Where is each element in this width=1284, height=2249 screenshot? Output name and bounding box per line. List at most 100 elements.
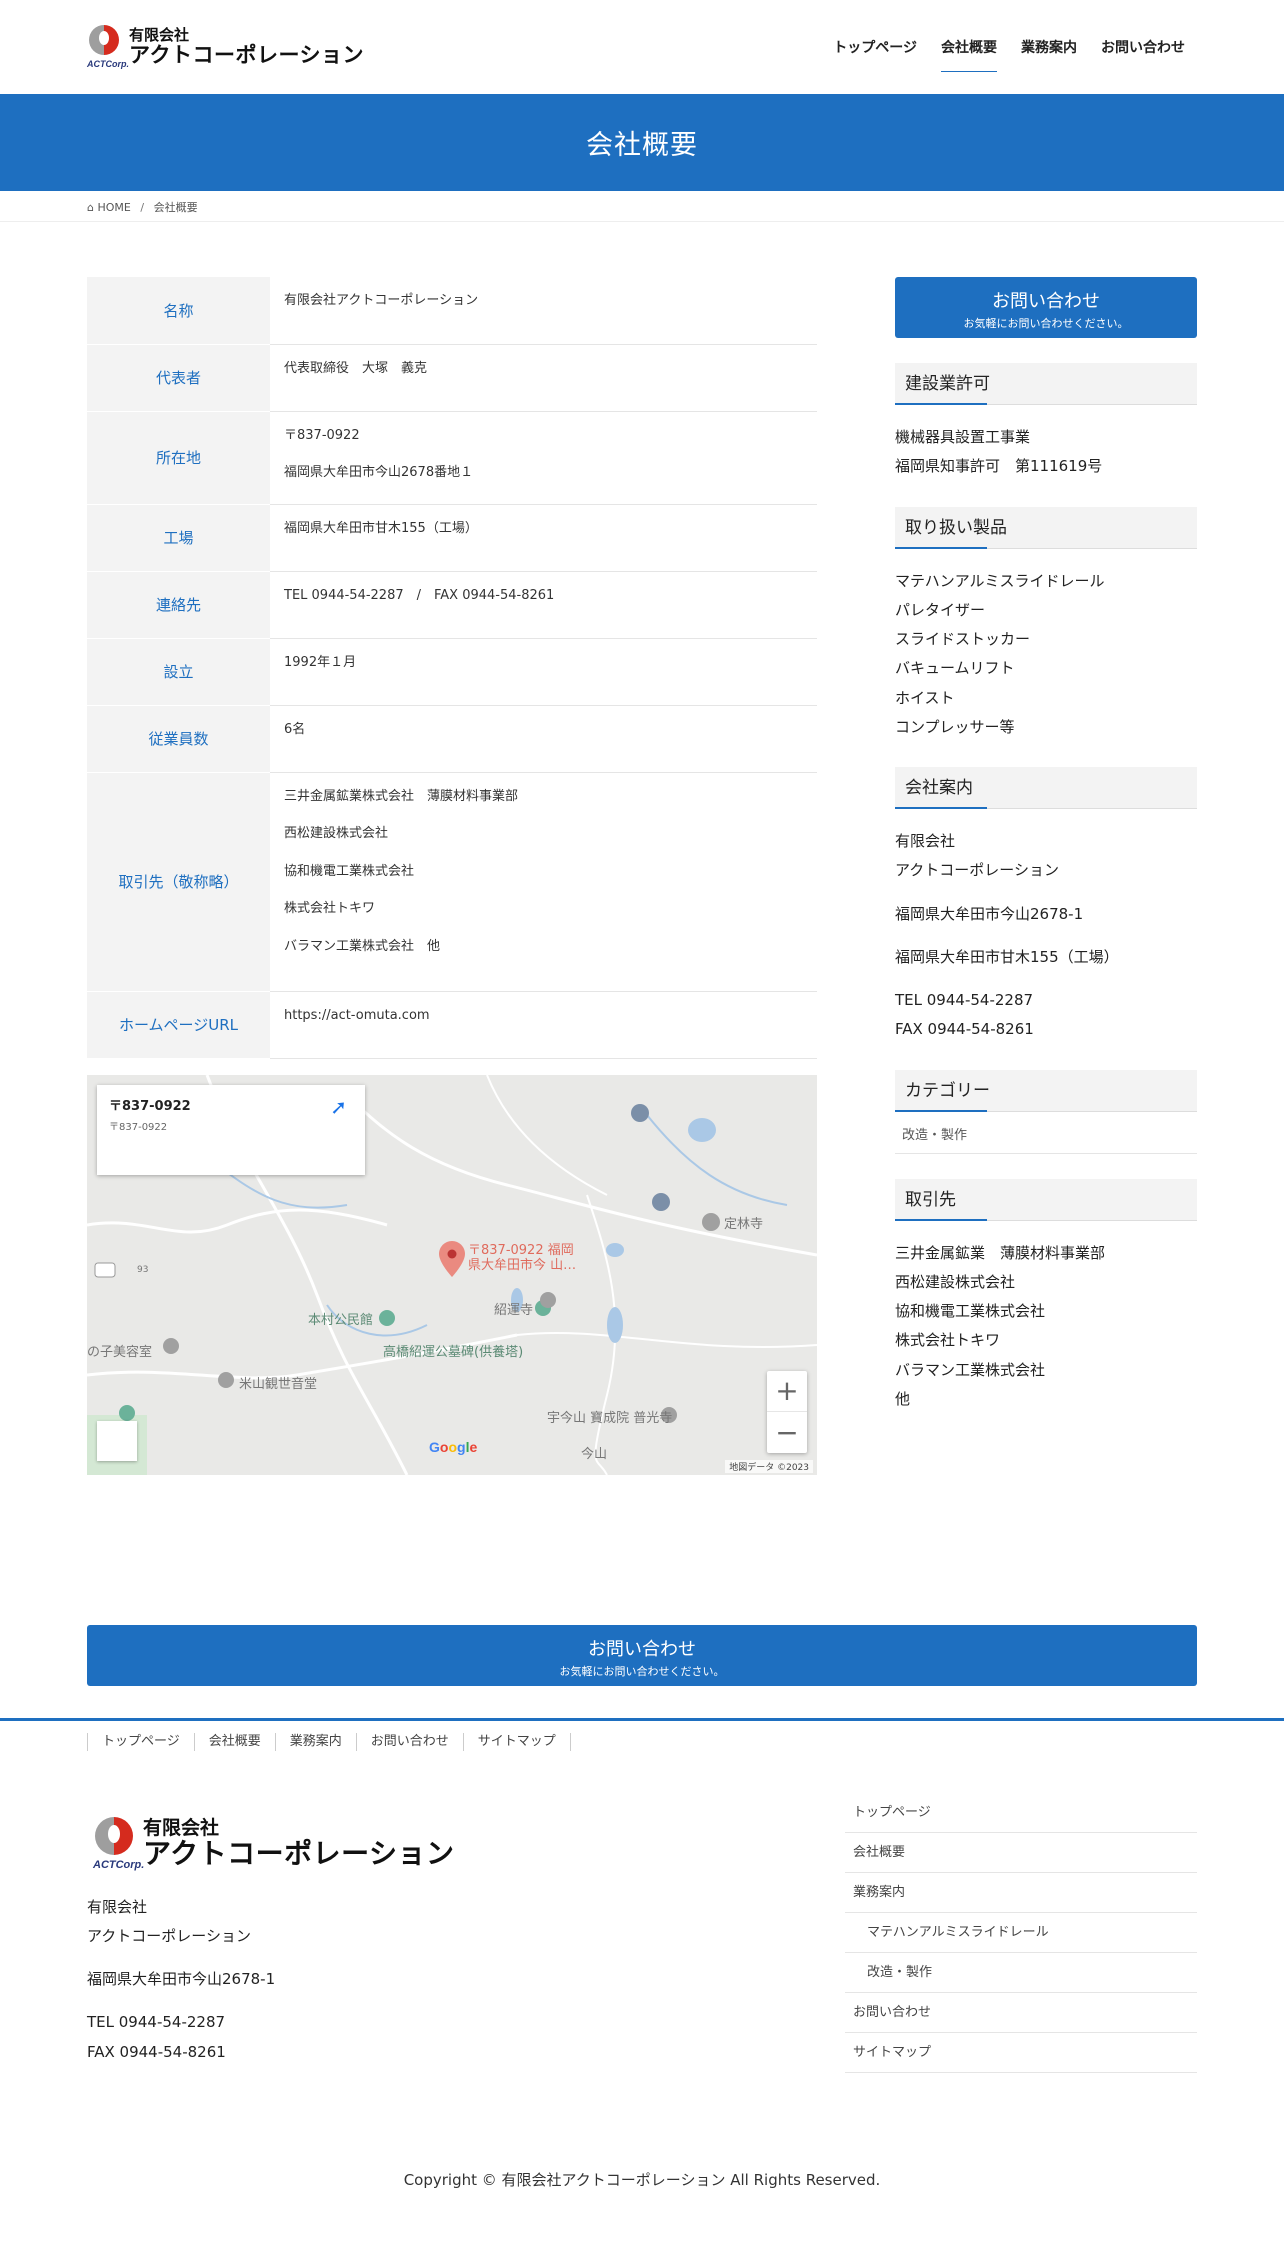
map-card-subtitle: 〒837-0922: [109, 1121, 168, 1133]
footer-logo[interactable]: ACTCorp. 有限会社 アクトコーポレーション: [93, 1816, 455, 1871]
list-item: コンプレッサー等: [895, 717, 1015, 736]
row-value-url[interactable]: https://act-omuta.com: [270, 991, 817, 1059]
logo-text-line1: 有限会社: [129, 26, 190, 45]
zoom-in-button[interactable]: +: [767, 1371, 807, 1412]
row-label-founded: 設立: [87, 638, 270, 706]
footer-menu-item[interactable]: お問い合わせ: [845, 1993, 1197, 2033]
map-label: 今山: [581, 1446, 608, 1462]
footer-menu-item[interactable]: 会社概要: [845, 1833, 1197, 1873]
directions-button[interactable]: ➚: [330, 1097, 347, 1117]
footer-nav-company[interactable]: 会社概要: [193, 1732, 275, 1751]
table-row: 工場 福岡県大牟田市甘木155（工場）: [87, 504, 817, 572]
zoom-out-button[interactable]: −: [767, 1412, 807, 1453]
site-footer: トップページ 会社概要 業務案内 お問い合わせ サイトマップ ACTCorp. …: [0, 1717, 1284, 2190]
footer-nav-contact[interactable]: お問い合わせ: [355, 1732, 463, 1751]
list-item: バキュームリフト: [895, 659, 1015, 678]
category-heading: カテゴリー: [895, 1069, 1197, 1112]
map-label: 宇今山 寶成院 普光寺: [547, 1410, 673, 1426]
partner-item: バラマン工業株式会社 他: [284, 938, 441, 954]
products-list: マテハンアルミスライドレール パレタイザー スライドストッカー バキュームリフト…: [895, 567, 1197, 743]
row-label-factory: 工場: [87, 504, 270, 572]
footer-nav-business[interactable]: 業務案内: [274, 1732, 356, 1751]
page-header: 会社概要: [0, 94, 1284, 191]
map-attribution: 地図データ ©2023: [725, 1459, 813, 1473]
address-zip: 〒837-0922: [284, 427, 360, 443]
map-label: 紹運寺: [494, 1302, 534, 1318]
list-item: 他: [895, 1389, 911, 1408]
table-row: ホームページURL https://act-omuta.com: [87, 991, 817, 1059]
partner-item: 協和機電工業株式会社: [284, 863, 415, 879]
company-address: 福岡県大牟田市今山2678-1: [895, 904, 1084, 923]
company-factory: 福岡県大牟田市甘木155（工場）: [895, 947, 1119, 966]
breadcrumb-home[interactable]: HOME: [97, 201, 130, 214]
row-value-founded: 1992年１月: [270, 638, 817, 706]
site-header: ACTCorp. 有限会社 アクトコーポレーション トップページ 会社概要 業務…: [0, 0, 1284, 94]
nav-contact[interactable]: お問い合わせ: [1089, 0, 1197, 94]
global-nav: トップページ 会社概要 業務案内 お問い合わせ: [821, 0, 1197, 94]
directions-icon: ➚: [330, 1094, 347, 1119]
footer-menu-subitem[interactable]: 改造・製作: [845, 1953, 1197, 1993]
list-item: 西松建設株式会社: [895, 1272, 1016, 1291]
map-label: 定林寺: [724, 1216, 764, 1232]
clients-list: 三井金属鉱業 薄膜材料事業部 西松建設株式会社 協和機電工業株式会社 株式会社ト…: [895, 1239, 1197, 1415]
site-logo[interactable]: ACTCorp. 有限会社 アクトコーポレーション: [87, 25, 364, 69]
company-name: 有限会社 アクトコーポレーション: [895, 832, 1059, 880]
row-value-address: 〒837-0922 福岡県大牟田市今山2678番地１: [270, 411, 817, 505]
google-logo: Google: [429, 1438, 478, 1455]
row-label-staff: 従業員数: [87, 705, 270, 773]
row-label-contact: 連絡先: [87, 571, 270, 639]
footer-company-name: 有限会社 アクトコーポレーション: [87, 1897, 251, 1945]
copyright: Copyright © 有限会社アクトコーポレーション All Rights R…: [403, 2170, 881, 2189]
footer-menu: トップページ 会社概要 業務案内 マテハンアルミスライドレール 改造・製作 お問…: [845, 1793, 1197, 2073]
row-label-address: 所在地: [87, 411, 270, 505]
category-link[interactable]: 改造・製作: [895, 1120, 1197, 1154]
contact-cta-button[interactable]: お問い合わせ お気軽にお問い合わせください。: [895, 277, 1197, 338]
sidebar: お問い合わせ お気軽にお問い合わせください。 建設業許可 機械器具設置工事業 福…: [895, 277, 1197, 1475]
map-label: の子美容室: [87, 1344, 153, 1360]
nav-company[interactable]: 会社概要: [929, 0, 1009, 94]
list-item: ホイスト: [895, 688, 955, 707]
row-value-factory: 福岡県大牟田市甘木155（工場）: [270, 504, 817, 572]
nav-business[interactable]: 業務案内: [1009, 0, 1089, 94]
cta-subtitle: お気軽にお問い合わせください。: [559, 1664, 725, 1678]
bottom-contact-cta-button[interactable]: お問い合わせ お気軽にお問い合わせください。: [87, 1624, 1197, 1686]
logo-mark-icon: ACTCorp.: [87, 25, 129, 69]
table-row: 設立 1992年１月: [87, 638, 817, 706]
list-item: 協和機電工業株式会社: [895, 1302, 1046, 1320]
road-number: 93: [137, 1264, 149, 1275]
footer-phone: TEL 0944-54-2287 FAX 0944-54-8261: [87, 2013, 226, 2061]
partner-item: 三井金属鉱業株式会社 薄膜材料事業部: [284, 788, 519, 804]
home-icon: ⌂: [87, 201, 94, 214]
footer-nav-top[interactable]: トップページ: [87, 1732, 194, 1751]
footer-nav-sitemap[interactable]: サイトマップ: [462, 1732, 571, 1751]
street-view-icon[interactable]: [97, 1420, 137, 1461]
footer-menu-subitem[interactable]: マテハンアルミスライドレール: [845, 1913, 1197, 1953]
address-line: 福岡県大牟田市今山2678番地１: [284, 465, 474, 480]
logo-mark-icon: ACTCorp.: [93, 1816, 144, 1871]
table-row: 従業員数 6名: [87, 705, 817, 773]
footer-menu-item[interactable]: 業務案内: [845, 1873, 1197, 1913]
company-info-heading: 会社案内: [895, 767, 1197, 809]
list-item: パレタイザー: [895, 600, 986, 619]
row-label-name: 名称: [87, 277, 270, 345]
clients-heading: 取引先: [895, 1178, 1197, 1221]
footer-menu-item[interactable]: トップページ: [845, 1793, 1197, 1833]
table-row: 連絡先 TEL 0944-54-2287 / FAX 0944-54-8261: [87, 571, 817, 639]
company-info-table: 名称 有限会社アクトコーポレーション 代表者 代表取締役 大塚 義克 所在地 〒…: [87, 277, 817, 1059]
google-map[interactable]: 〒837-0922 〒837-0922 ➚ 〒837-0922 福岡 県大牟田市…: [87, 1074, 817, 1475]
partner-item: 株式会社トキワ: [284, 901, 376, 916]
row-value-contact: TEL 0944-54-2287 / FAX 0944-54-8261: [270, 571, 817, 639]
cta-title: お問い合わせ: [992, 291, 1100, 312]
license-heading: 建設業許可: [895, 363, 1197, 405]
products-heading: 取り扱い製品: [895, 506, 1197, 549]
map-label: 米山観世音堂: [239, 1376, 318, 1392]
footer-menu-item[interactable]: サイトマップ: [845, 2033, 1197, 2073]
row-value-rep: 代表取締役 大塚 義克: [270, 344, 817, 412]
map-info-card: 〒837-0922 〒837-0922 ➚: [97, 1084, 365, 1175]
map-pin-icon[interactable]: [439, 1240, 465, 1277]
table-row: 代表者 代表取締役 大塚 義克: [87, 344, 817, 412]
row-value-name: 有限会社アクトコーポレーション: [270, 277, 817, 345]
list-item: バラマン工業株式会社: [895, 1360, 1046, 1379]
nav-top[interactable]: トップページ: [821, 0, 929, 94]
cta-title: お問い合わせ: [588, 1638, 696, 1660]
